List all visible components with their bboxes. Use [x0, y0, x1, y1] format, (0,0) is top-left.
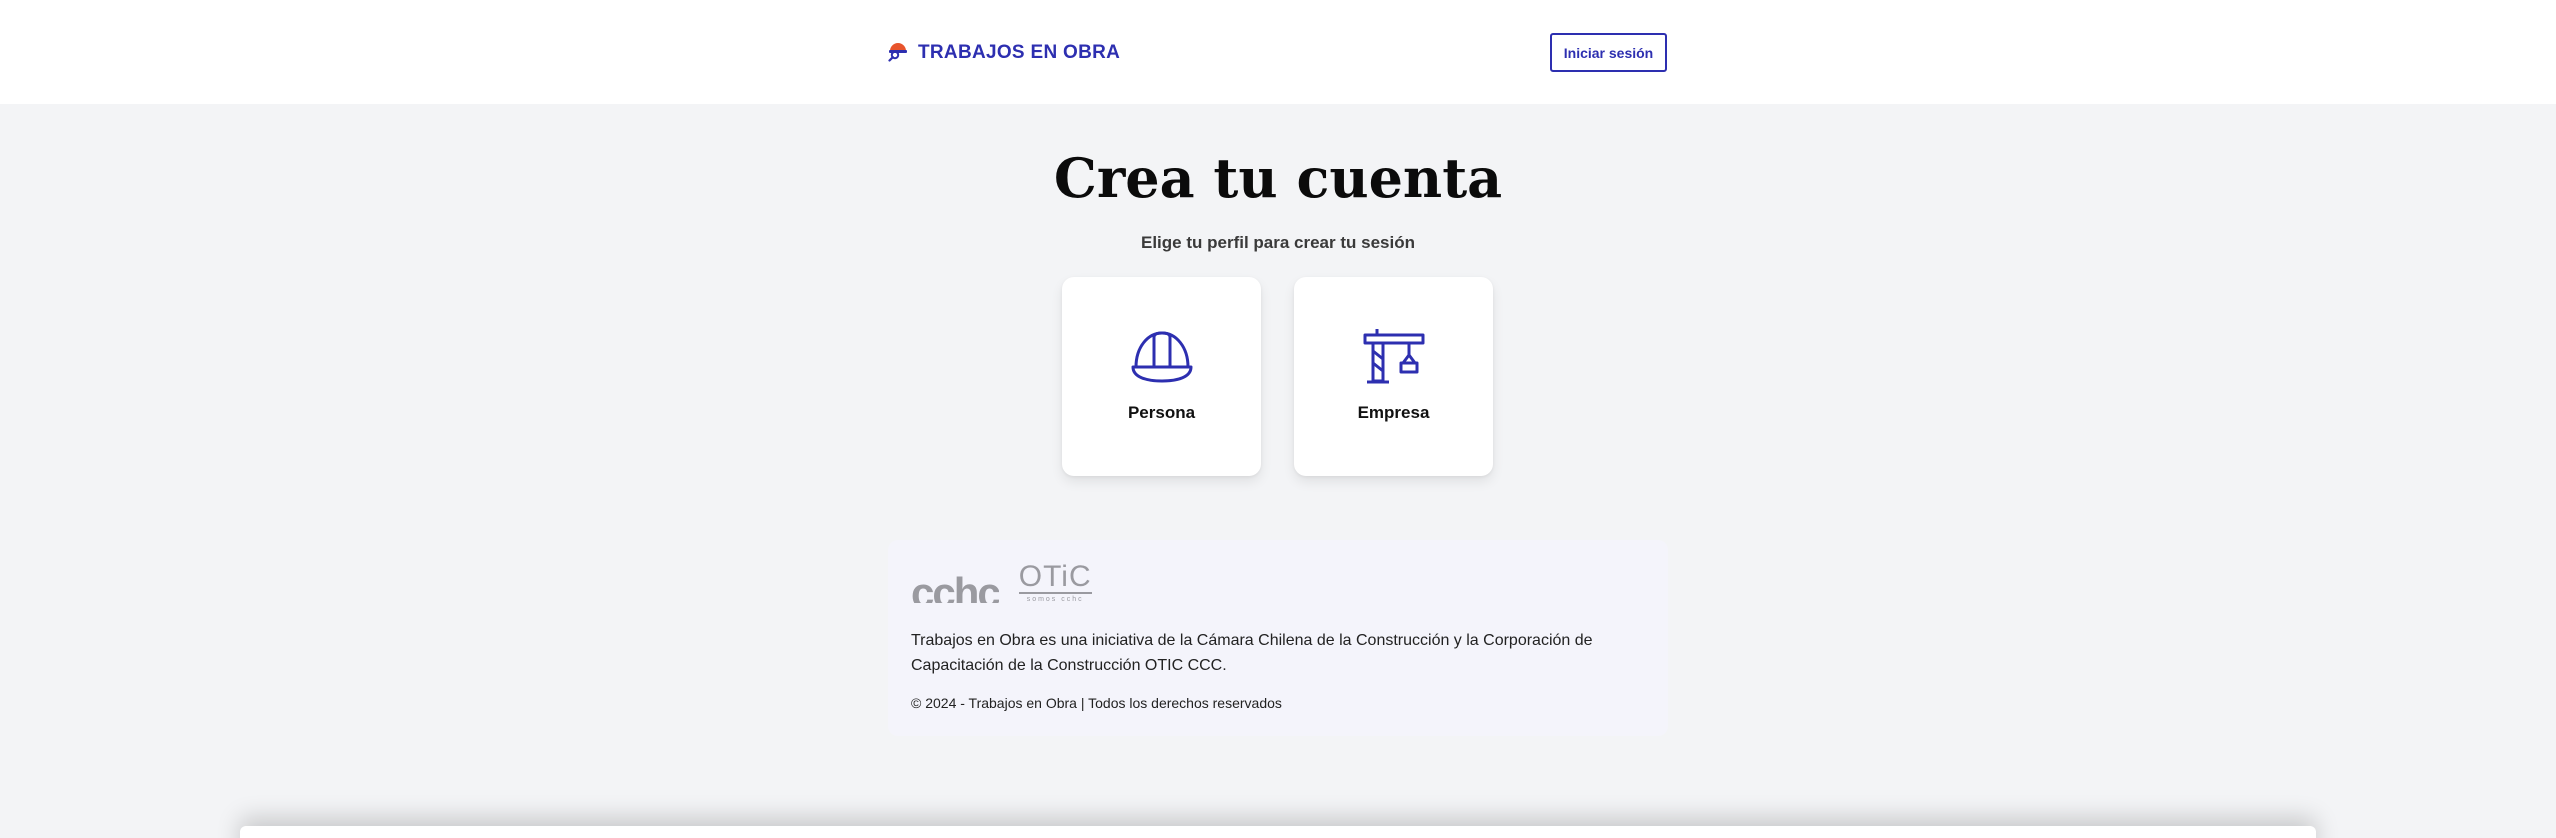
copyright-text: © 2024 - Trabajos en Obra | Todos los de…: [911, 695, 1282, 711]
initiative-description: Trabajos en Obra es una iniciativa de la…: [911, 632, 1593, 674]
bottom-footer-edge: [240, 826, 2316, 838]
persona-option-card[interactable]: Persona: [1062, 277, 1261, 476]
crane-icon: [1294, 327, 1493, 385]
otic-logo: OTiC somos cchc: [1018, 560, 1092, 603]
persona-label: Persona: [1127, 403, 1196, 422]
info-panel: cchc OTiC somos cchc Trabajos en Obra es…: [888, 540, 1668, 736]
cchc-logo: cchc: [911, 569, 999, 603]
page-subtitle: Elige tu perfil para crear tu sesión: [1141, 233, 1415, 252]
hard-hat-icon: [1062, 327, 1261, 385]
login-button[interactable]: Iniciar sesión: [1550, 33, 1667, 72]
partner-logos: cchc OTiC somos cchc: [911, 562, 1092, 603]
brand-logo[interactable]: TRABAJOS EN OBRA: [886, 38, 1120, 67]
brand-name: TRABAJOS EN OBRA: [918, 41, 1121, 63]
page-title: Crea tu cuenta: [1053, 146, 1503, 210]
empresa-label: Empresa: [1357, 403, 1430, 422]
empresa-option-card[interactable]: Empresa: [1294, 277, 1493, 476]
otic-logo-main: OTiC: [1018, 560, 1092, 594]
otic-logo-sub: somos cchc: [1026, 596, 1084, 603]
top-header: TRABAJOS EN OBRA Iniciar sesión: [0, 0, 2556, 104]
helmet-magnifier-icon: [886, 38, 910, 67]
